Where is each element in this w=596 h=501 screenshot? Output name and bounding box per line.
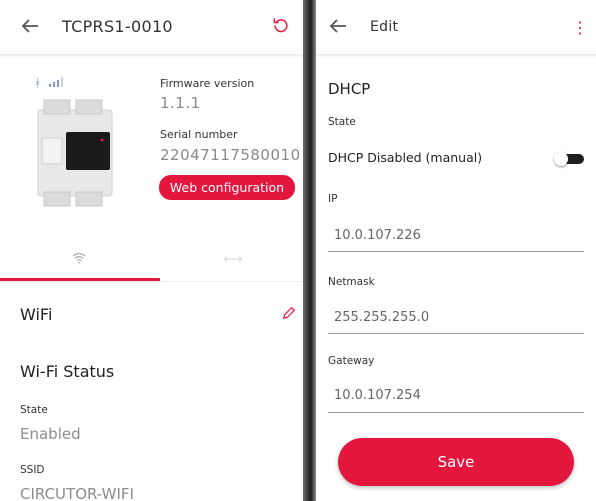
netmask-input[interactable]: 255.255.255.0 [334,310,429,325]
netmask-underline [328,333,584,334]
netmask-label: Netmask [328,276,375,288]
connection-status: ᚼ [34,76,64,90]
serial-label: Serial number [160,128,238,141]
refresh-icon[interactable] [271,15,291,35]
ssid-value: CIRCUTOR-WIFI [20,485,134,501]
panel-divider [303,0,316,501]
edit-pencil-icon[interactable] [282,306,296,320]
signal-bars-icon [49,77,64,87]
state-value: Enabled [20,425,81,443]
ip-underline [328,251,584,252]
more-options-icon[interactable]: ⋮ [572,18,588,37]
top-app-bar: Edit ⋮ [316,0,596,54]
tab-divider [0,281,303,282]
dhcp-toggle-label: DHCP Disabled (manual) [328,150,483,165]
toggle-thumb [554,152,568,166]
gateway-underline [328,412,584,413]
back-arrow-icon[interactable] [326,14,350,38]
device-title: TCPRS1-0010 [62,17,173,36]
dhcp-section-title: DHCP [328,80,371,98]
wifi-section-title: WiFi [20,305,53,324]
bluetooth-icon: ᚼ [34,76,42,90]
edit-dhcp-screen: Edit ⋮ DHCP State DHCP Disabled (manual)… [316,0,596,501]
tab-ethernet[interactable] [222,254,244,264]
ssid-label: SSID [20,464,45,476]
web-configuration-button[interactable]: Web configuration [159,175,295,200]
save-button[interactable]: Save [338,438,574,486]
state-label: State [20,404,48,416]
state-label: State [328,116,356,128]
ip-input[interactable]: 10.0.107.226 [334,228,421,243]
serial-value: 22047117580010 [160,146,301,164]
edit-title: Edit [370,19,399,35]
back-arrow-icon[interactable] [18,14,42,38]
tab-wifi[interactable] [71,250,87,266]
app-bar-shadow [0,54,303,58]
firmware-label: Firmware version [160,77,255,90]
device-details-screen: TCPRS1-0010 ᚼ Firmware version 1.1.1 Ser… [0,0,303,501]
dhcp-toggle[interactable] [554,152,584,166]
app-bar-shadow [316,54,596,58]
connection-tabs [0,240,303,282]
wifi-status-title: Wi-Fi Status [20,362,115,381]
firmware-value: 1.1.1 [160,94,201,112]
gateway-input[interactable]: 10.0.107.254 [334,388,421,403]
top-app-bar: TCPRS1-0010 [0,0,303,54]
device-image [37,99,113,207]
gateway-label: Gateway [328,355,375,367]
ip-label: IP [328,193,338,205]
